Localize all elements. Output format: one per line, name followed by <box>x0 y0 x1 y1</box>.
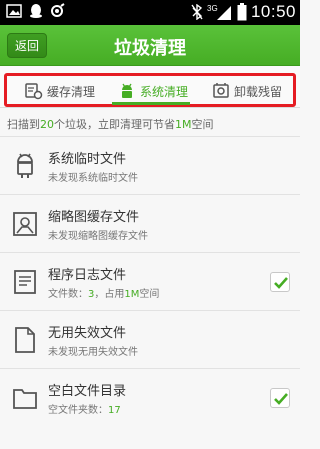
item-checkbox[interactable] <box>270 388 290 408</box>
item-title: 无用失效文件 <box>48 326 127 341</box>
status-bar: 3G 10:50 <box>0 0 300 25</box>
item-subtitle: 空文件夹数：17 <box>48 401 121 416</box>
item-title: 系统临时文件 <box>48 152 127 167</box>
android-robot-icon <box>17 153 33 178</box>
active-tab-indicator <box>112 102 190 105</box>
uninstall-remains-icon <box>213 83 229 98</box>
clock: 10:50 <box>250 2 296 21</box>
sub-prefix: 空文件夹数： <box>48 405 108 416</box>
sub-mid: ，占用 <box>94 289 125 300</box>
tab-uninstall-remains[interactable]: 卸载残留 <box>200 73 294 109</box>
cache-clean-icon <box>25 83 43 100</box>
item-title: 缩略图缓存文件 <box>48 210 140 225</box>
item-checkbox[interactable] <box>270 272 290 292</box>
tab-label: 卸载残留 <box>233 84 282 99</box>
scan-summary: 扫描到20个垃圾，立即清理可节省1M空间 <box>7 116 214 132</box>
summary-suffix: 空间 <box>191 118 214 131</box>
occupied-size: 1M <box>124 289 140 300</box>
item-subtitle: 未发现缩略图缓存文件 <box>48 231 148 242</box>
savable-size: 1M <box>175 118 192 131</box>
junk-count: 20 <box>40 118 54 131</box>
item-title: 空白文件目录 <box>48 384 127 399</box>
list-item-app-logs[interactable]: 程序日志文件 文件数：3，占用1M空间 <box>0 252 300 310</box>
folder-count: 17 <box>108 405 121 416</box>
junk-list: 系统临时文件 未发现系统临时文件 缩略图缓存文件 未发现缩略图缓存文件 程序日志… <box>0 136 300 426</box>
sub-suffix: 空间 <box>139 289 160 300</box>
blank-file-icon <box>15 327 35 353</box>
checkmark-icon <box>274 277 288 289</box>
item-subtitle: 文件数：3，占用1M空间 <box>48 285 159 300</box>
sub-prefix: 文件数： <box>48 289 88 300</box>
bluetooth-off-icon <box>191 4 203 20</box>
battery-icon <box>237 3 247 21</box>
list-item-invalid-files[interactable]: 无用失效文件 未发现无用失效文件 <box>0 310 300 368</box>
qq-icon <box>30 4 42 18</box>
list-item-thumbnail-cache[interactable]: 缩略图缓存文件 未发现缩略图缓存文件 <box>0 194 300 252</box>
summary-middle: 个垃圾，立即清理可节省 <box>54 118 175 131</box>
tab-label: 系统清理 <box>139 84 188 99</box>
item-title: 程序日志文件 <box>48 268 127 283</box>
status-system: 3G 10:50 <box>191 2 296 22</box>
tab-label: 缓存清理 <box>46 84 95 99</box>
item-subtitle: 未发现系统临时文件 <box>48 173 138 184</box>
list-item-empty-folders[interactable]: 空白文件目录 空文件夹数：17 <box>0 368 300 426</box>
tab-cache-clean[interactable]: 缓存清理 <box>10 73 110 109</box>
network-type: 3G <box>207 4 218 13</box>
image-thumbnail-icon <box>13 212 37 236</box>
android-icon <box>121 83 132 98</box>
image-icon <box>6 4 22 18</box>
item-subtitle: 未发现无用失效文件 <box>48 347 138 358</box>
folder-icon <box>13 389 37 409</box>
page-title: 垃圾清理 <box>114 38 186 59</box>
signal-icon: 3G <box>207 4 231 20</box>
summary-prefix: 扫描到 <box>7 118 40 131</box>
title-bar: 返回 垃圾清理 <box>0 25 300 66</box>
voice-icon <box>51 3 65 17</box>
checkmark-icon <box>274 393 288 405</box>
list-item-system-temp[interactable]: 系统临时文件 未发现系统临时文件 <box>0 136 300 194</box>
status-notifications <box>6 3 66 19</box>
document-log-icon <box>14 270 36 294</box>
